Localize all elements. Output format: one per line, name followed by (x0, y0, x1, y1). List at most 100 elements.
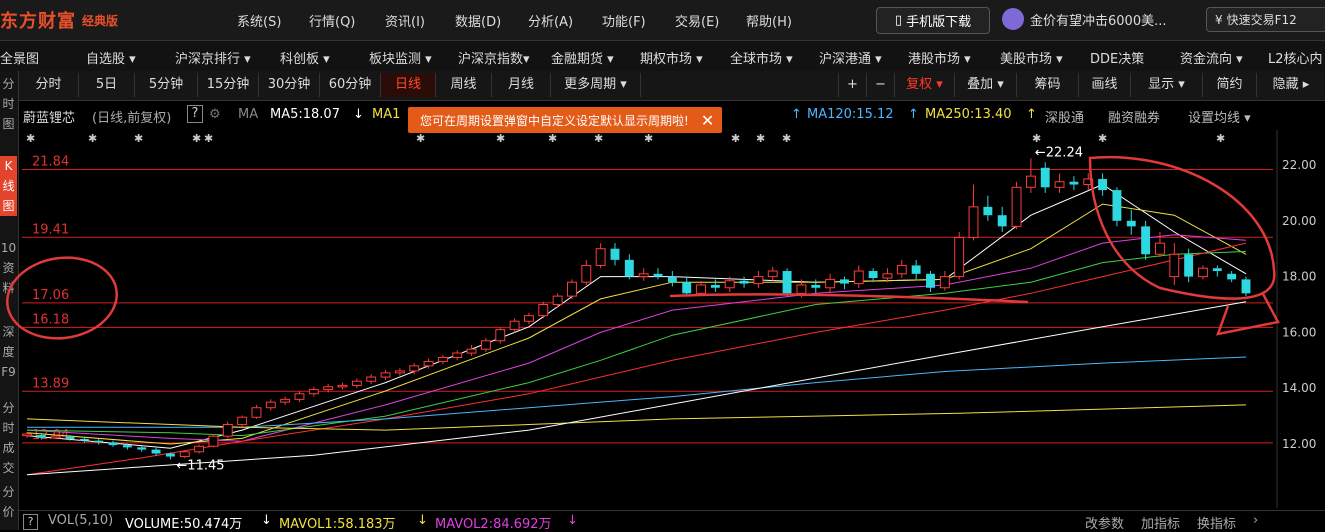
price-level-label: 13.89 (32, 376, 69, 391)
nav-item[interactable]: 板块监测 ▾ (369, 48, 432, 67)
news-ticker[interactable]: 金价有望冲击6000美... (1002, 8, 1166, 30)
tag-margin-trading[interactable]: 融资融券 (1108, 107, 1160, 126)
event-marker-icon[interactable]: ✱ (782, 132, 791, 145)
left-strip-char[interactable]: F9 (0, 362, 17, 382)
left-strip-char[interactable]: 资 (0, 258, 17, 278)
event-marker-icon[interactable]: ✱ (548, 132, 557, 145)
help-icon[interactable]: ? (23, 514, 38, 530)
event-marker-icon[interactable]: ✱ (88, 132, 97, 145)
left-strip-char[interactable]: 料 (0, 278, 17, 298)
period-tab[interactable]: 周线 (436, 73, 492, 97)
left-strip-char[interactable]: 交 (0, 458, 17, 478)
vol-label[interactable]: VOL(5,10) (48, 513, 113, 528)
event-marker-icon[interactable]: ✱ (594, 132, 603, 145)
menu-item[interactable]: 交易(E) (675, 11, 719, 30)
switch-indicator-button[interactable]: 换指标 (1197, 513, 1236, 532)
period-tab[interactable]: 日线 (381, 73, 436, 97)
mobile-download-button[interactable]: ▯ 手机版下载 (876, 7, 990, 34)
chart-tool-button[interactable]: 复权 ▾ (894, 73, 954, 97)
nav-item[interactable]: 美股市场 ▾ (1000, 48, 1063, 67)
left-strip-char[interactable]: 分 (0, 398, 17, 418)
left-strip-char[interactable]: 时 (0, 418, 17, 438)
edit-params-button[interactable]: 改参数 (1085, 513, 1124, 532)
chart-tool-button[interactable]: 筹码 (1016, 73, 1078, 97)
chart-tool-button[interactable]: 画线 (1078, 73, 1130, 97)
left-strip-char[interactable]: 时 (0, 94, 17, 114)
left-strip-char[interactable]: 图 (0, 114, 17, 134)
left-strip-char[interactable]: 图 (0, 196, 17, 216)
left-strip-char[interactable]: 度 (0, 342, 17, 362)
nav-item[interactable]: L2核心内 (1268, 48, 1323, 67)
period-tab[interactable]: 月线 (492, 73, 551, 97)
period-tab[interactable]: 5日 (79, 73, 135, 97)
period-tab[interactable]: 5分钟 (135, 73, 198, 97)
nav-item[interactable]: 科创板 ▾ (280, 48, 330, 67)
chart-tool-button[interactable]: + (838, 73, 866, 97)
candle-body (939, 276, 950, 289)
chart-tool-button[interactable]: 叠加 ▾ (954, 73, 1016, 97)
chart-mode: (日线,前复权) (92, 111, 172, 126)
nav-item[interactable]: 金融期货 ▾ (551, 48, 614, 67)
event-marker-icon[interactable]: ✱ (204, 132, 213, 145)
chart-tool-button[interactable]: 显示 ▾ (1130, 73, 1202, 97)
event-marker-icon[interactable]: ✱ (644, 132, 653, 145)
menu-item[interactable]: 帮助(H) (746, 11, 792, 30)
ma-label[interactable]: MA (238, 107, 258, 122)
menu-item[interactable]: 资讯(I) (385, 11, 425, 30)
event-marker-icon[interactable]: ✱ (1098, 132, 1107, 145)
event-marker-icon[interactable]: ✱ (1032, 132, 1041, 145)
moving-average-line (26, 251, 1247, 437)
left-strip-char[interactable]: K (0, 156, 17, 176)
menu-item[interactable]: 数据(D) (455, 11, 501, 30)
left-strip-char[interactable]: 分 (0, 482, 17, 502)
nav-item[interactable]: 港股市场 ▾ (908, 48, 971, 67)
period-tab[interactable]: 分时 (19, 73, 79, 97)
left-strip-char[interactable]: 成 (0, 438, 17, 458)
gear-icon[interactable]: ⚙ (209, 107, 221, 122)
period-tab[interactable]: 15分钟 (198, 73, 259, 97)
nav-item[interactable]: 自选股 ▾ (86, 48, 136, 67)
period-tab[interactable]: 更多周期 ▾ (551, 73, 641, 97)
nav-item[interactable]: 资金流向 ▾ (1180, 48, 1243, 67)
stock-name[interactable]: 蔚蓝锂芯 (23, 107, 75, 126)
event-marker-icon[interactable]: ✱ (756, 132, 765, 145)
event-marker-icon[interactable]: ✱ (731, 132, 740, 145)
event-marker-icon[interactable]: ✱ (1216, 132, 1225, 145)
candle-body (409, 365, 420, 372)
nav-item[interactable]: 全球市场 ▾ (730, 48, 793, 67)
tag-shenzhen-connect[interactable]: 深股通 (1045, 107, 1084, 126)
add-indicator-button[interactable]: 加指标 (1141, 513, 1180, 532)
menu-item[interactable]: 分析(A) (528, 11, 573, 30)
left-strip-char[interactable]: 线 (0, 176, 17, 196)
period-tip-toast: 您可在周期设置弹窗中自定义设定默认显示周期啦! ✕ (408, 107, 723, 133)
event-marker-icon[interactable]: ✱ (134, 132, 143, 145)
nav-item[interactable]: 沪深港通 ▾ (819, 48, 882, 67)
event-marker-icon[interactable]: ✱ (496, 132, 505, 145)
chart-tool-button[interactable]: 简约 (1202, 73, 1256, 97)
chart-tool-button[interactable]: − (866, 73, 894, 97)
left-strip-char[interactable]: 深 (0, 322, 17, 342)
nav-item[interactable]: 全景图 (0, 48, 39, 67)
event-marker-icon[interactable]: ✱ (192, 132, 201, 145)
menu-item[interactable]: 功能(F) (602, 11, 646, 30)
event-marker-icon[interactable]: ✱ (416, 132, 425, 145)
event-marker-icon[interactable]: ✱ (26, 132, 35, 145)
nav-item[interactable]: 沪深京指数▾ (458, 48, 530, 67)
menu-item[interactable]: 系统(S) (237, 11, 281, 30)
nav-item[interactable]: 沪深京排行 ▾ (175, 48, 251, 67)
help-icon[interactable]: ? (187, 105, 203, 123)
period-tab[interactable]: 60分钟 (320, 73, 381, 97)
candle-body (1227, 273, 1237, 280)
ma-settings-button[interactable]: 设置均线 ▾ (1188, 107, 1251, 126)
nav-item[interactable]: DDE决策 (1090, 48, 1144, 67)
left-strip-char[interactable]: 分 (0, 74, 17, 94)
left-strip-char[interactable]: 10 (0, 238, 17, 258)
chevron-right-icon[interactable]: › (1253, 513, 1258, 528)
left-strip-char[interactable]: 价 (0, 502, 17, 522)
nav-item[interactable]: 期权市场 ▾ (640, 48, 703, 67)
quick-trade-button[interactable]: ¥ 快速交易F12 (1206, 7, 1325, 32)
chart-tool-button[interactable]: 隐藏 ▸ (1256, 73, 1325, 97)
close-icon[interactable]: ✕ (701, 111, 714, 130)
period-tab[interactable]: 30分钟 (259, 73, 320, 97)
menu-item[interactable]: 行情(Q) (309, 11, 355, 30)
